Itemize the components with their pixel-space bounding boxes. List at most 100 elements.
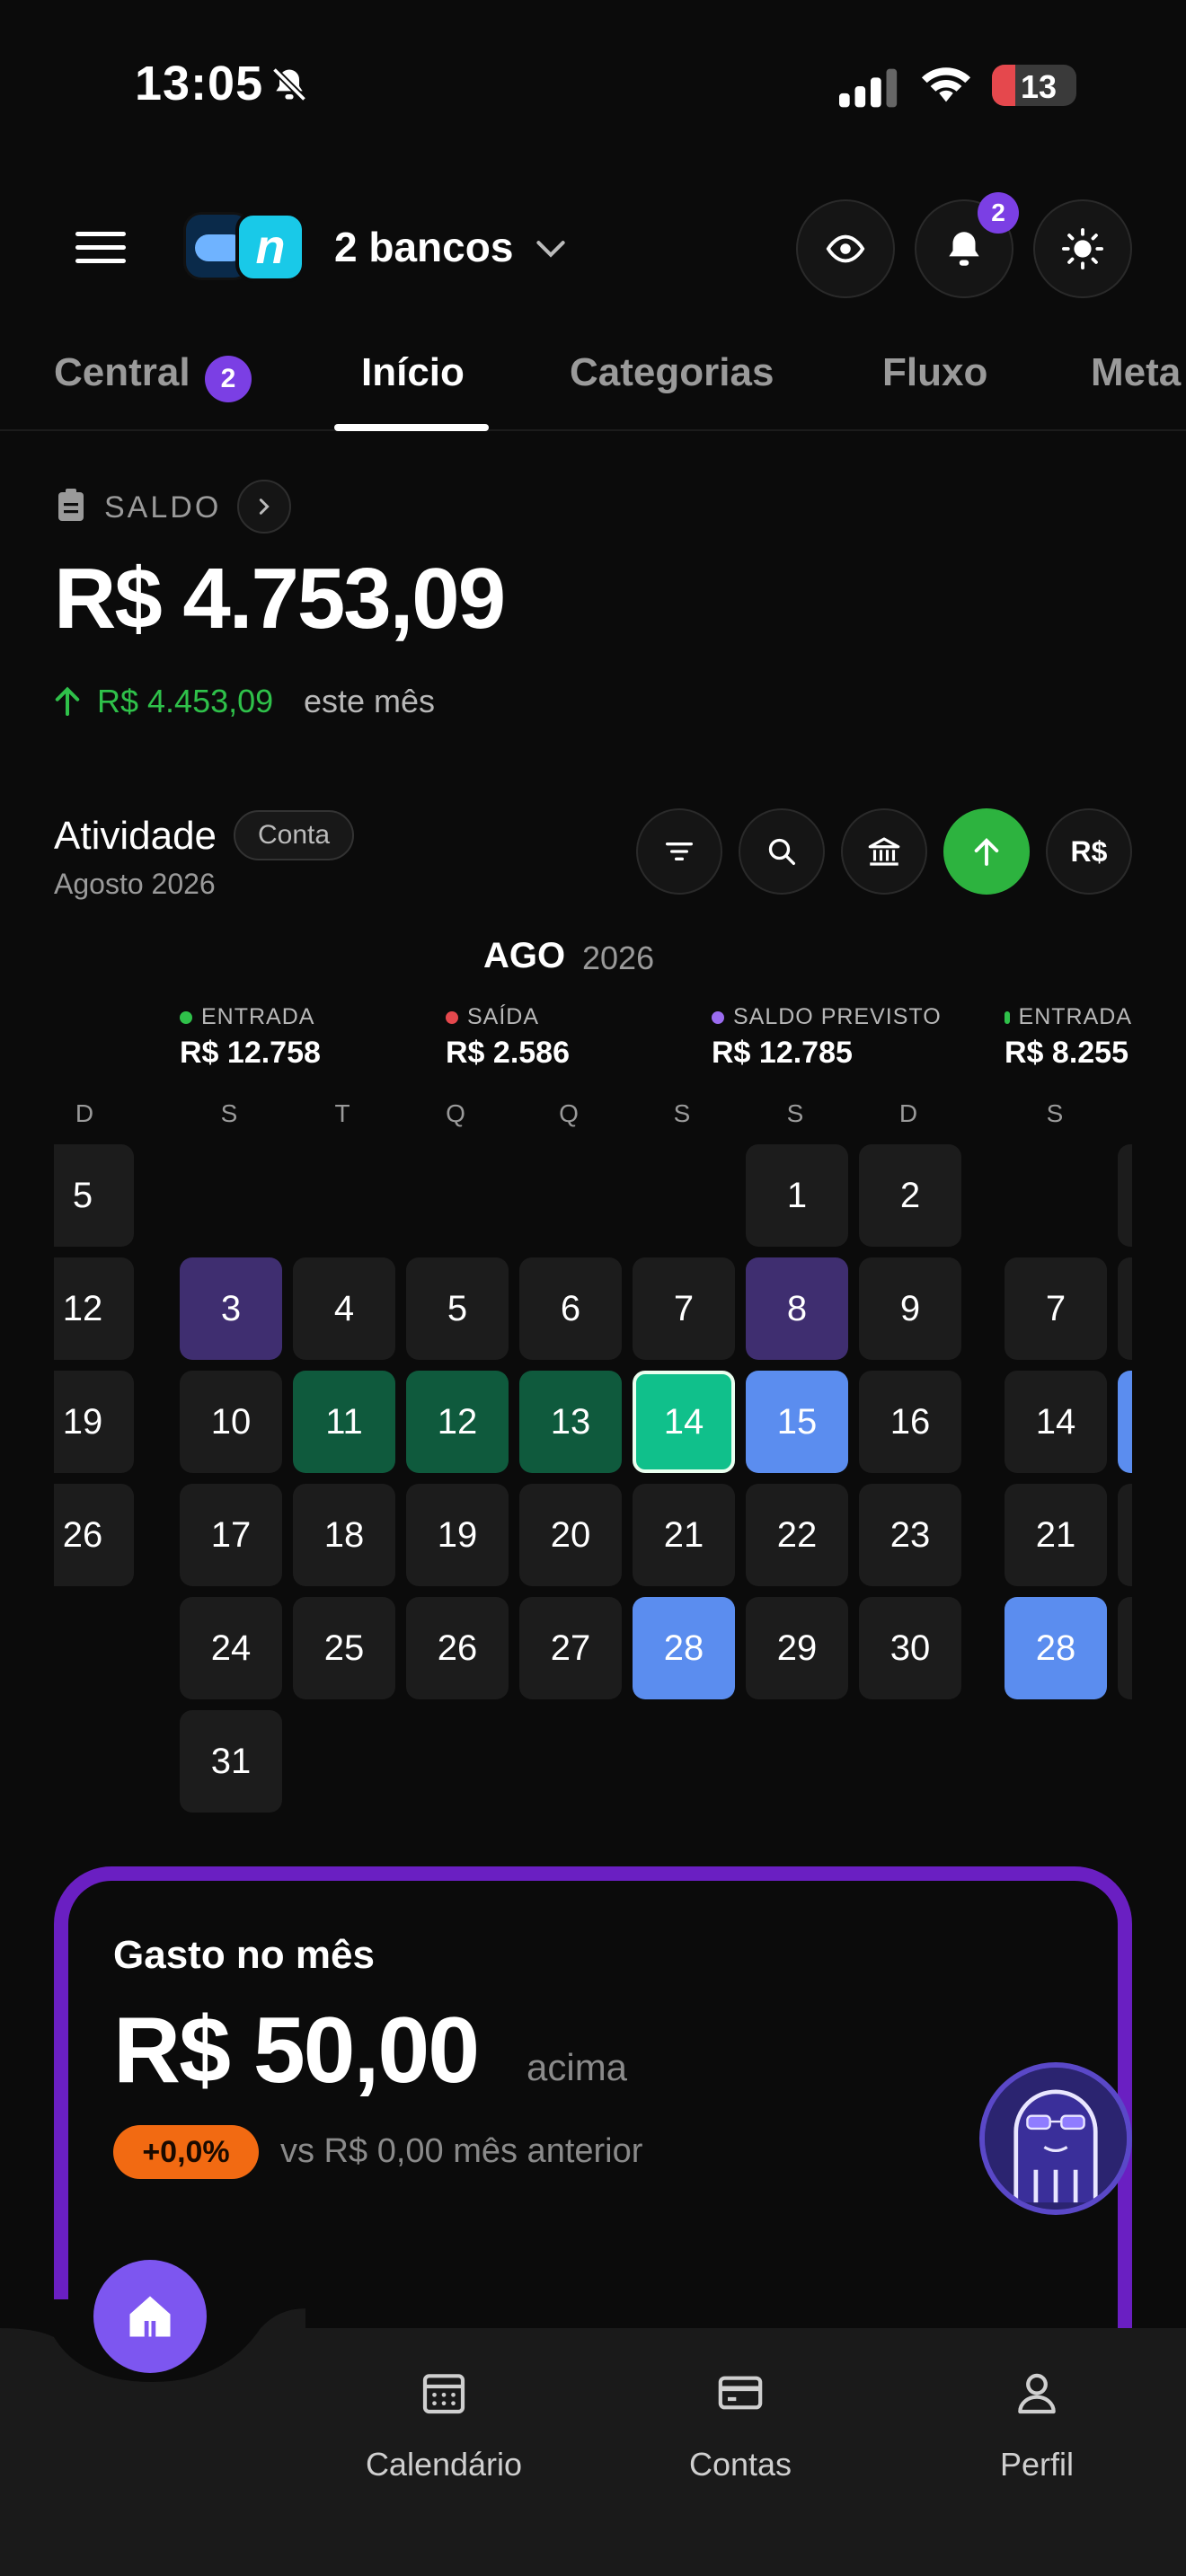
calendar-day-26[interactable]: 26 <box>406 1597 509 1699</box>
calendar-icon <box>422 2374 465 2414</box>
next-month-day[interactable]: 14 <box>1005 1371 1107 1473</box>
arrow-up-icon <box>974 838 999 866</box>
stat-income: ENTRADA R$ 12.758 <box>180 1004 321 1070</box>
tab-inicio[interactable]: Início <box>361 350 465 395</box>
spending-value: R$ 50,00 <box>113 1998 480 2103</box>
theme-toggle-button[interactable] <box>1033 199 1132 298</box>
calendar-day-21[interactable]: 21 <box>633 1484 735 1586</box>
prev-month-day[interactable]: 12 <box>54 1257 134 1360</box>
activity-period: Agosto 2026 <box>54 868 216 900</box>
balance-value: R$ 4.753,09 <box>54 551 506 647</box>
calendar-day-28[interactable]: 28 <box>633 1597 735 1699</box>
signal-icon <box>839 68 898 108</box>
stat-expense: SAÍDA R$ 2.586 <box>446 1004 570 1070</box>
home-icon <box>129 2296 171 2337</box>
sun-icon <box>1062 228 1103 269</box>
bank-logos[interactable]: n <box>183 212 305 282</box>
prev-month-day[interactable]: 19 <box>54 1371 134 1473</box>
tab-categorias[interactable]: Categorias <box>570 350 774 395</box>
status-time: 13:05 <box>135 57 264 110</box>
tab-fluxo[interactable]: Fluxo <box>882 350 987 395</box>
toggle-visibility-button[interactable] <box>796 199 895 298</box>
calendar-day-23[interactable]: 23 <box>859 1484 961 1586</box>
currency-button[interactable]: R$ <box>1046 808 1132 895</box>
balance-delta: R$ 4.453,09 <box>97 683 274 719</box>
calendar-day-12[interactable]: 12 <box>406 1371 509 1473</box>
next-month-edge-cell[interactable] <box>1118 1144 1132 1247</box>
user-icon <box>1018 2373 1056 2414</box>
calendar-day-15[interactable]: 15 <box>746 1371 848 1473</box>
next-month-edge-cell[interactable] <box>1118 1484 1132 1586</box>
calendar-day-11[interactable]: 11 <box>293 1371 395 1473</box>
income-toggle-button[interactable] <box>943 808 1030 895</box>
next-month-day[interactable]: 28 <box>1005 1597 1107 1699</box>
spending-suffix: acima <box>527 2046 628 2088</box>
assistant-avatar[interactable] <box>979 2062 1132 2215</box>
filter-button[interactable] <box>636 808 722 895</box>
calendar-day-1[interactable]: 1 <box>746 1144 848 1247</box>
menu-icon[interactable] <box>75 232 126 268</box>
calendar-day-17[interactable]: 17 <box>180 1484 282 1586</box>
nav-profile[interactable]: Perfil <box>938 2368 1136 2483</box>
spending-title: Gasto no mês <box>113 1933 375 1977</box>
calendar-day-24[interactable]: 24 <box>180 1597 282 1699</box>
tab-central[interactable]: Central <box>54 350 190 395</box>
forecast-dot <box>712 1010 724 1024</box>
income-dot <box>180 1010 192 1024</box>
bank-button[interactable] <box>841 808 927 895</box>
balance-label: SALDO <box>104 490 222 525</box>
tab-central-badge: 2 <box>205 356 252 402</box>
account-filter-chip[interactable]: Conta <box>234 810 354 860</box>
calendar-day-9[interactable]: 9 <box>859 1257 961 1360</box>
calendar-day-5[interactable]: 5 <box>406 1257 509 1360</box>
income-dot <box>1005 1010 1010 1024</box>
home-button[interactable] <box>93 2260 207 2373</box>
calendar-day-13[interactable]: 13 <box>519 1371 622 1473</box>
expense-dot <box>446 1010 458 1024</box>
stat-forecast: SALDO PREVISTO R$ 12.785 <box>712 1004 942 1070</box>
calendar-day-4[interactable]: 4 <box>293 1257 395 1360</box>
calendar-day-8[interactable]: 8 <box>746 1257 848 1360</box>
calendar-day-19[interactable]: 19 <box>406 1484 509 1586</box>
calendar-day-3[interactable]: 3 <box>180 1257 282 1360</box>
calendar-day-22[interactable]: 22 <box>746 1484 848 1586</box>
calendar-day-30[interactable]: 30 <box>859 1597 961 1699</box>
calendar-day-16[interactable]: 16 <box>859 1371 961 1473</box>
calendar-grid: 5 12 19 26 1 2 3 4 5 6 7 8 9 10 11 12 13 14 15 16 17 18 19 20 21… <box>54 1105 1132 1823</box>
bell-muted-icon <box>271 66 307 102</box>
tab-meta[interactable]: Meta <box>1091 350 1181 395</box>
calendar-day-14[interactable]: 14 <box>633 1371 735 1473</box>
bank-logo-n: n <box>235 212 305 282</box>
chevron-down-icon[interactable] <box>535 237 566 260</box>
calendar-day-18[interactable]: 18 <box>293 1484 395 1586</box>
calendar-day-20[interactable]: 20 <box>519 1484 622 1586</box>
calendar-day-27[interactable]: 27 <box>519 1597 622 1699</box>
prev-month-day[interactable]: 26 <box>54 1484 134 1586</box>
next-month-edge-cell[interactable] <box>1118 1597 1132 1699</box>
tab-bar: Central 2 Início Categorias Fluxo Meta <box>0 341 1186 431</box>
card-icon <box>718 2376 763 2410</box>
chevron-right-icon <box>259 498 270 515</box>
calendar-day-31[interactable]: 31 <box>180 1710 282 1813</box>
balance-details-button[interactable] <box>237 480 291 534</box>
next-month-day[interactable]: 21 <box>1005 1484 1107 1586</box>
next-month-edge-cell[interactable] <box>1118 1257 1132 1360</box>
stat-income-next: ENTRADA R$ 8.255 <box>1005 1004 1132 1070</box>
balance-delta-suffix: este mês <box>304 683 436 719</box>
bank-selector[interactable]: 2 bancos <box>334 223 513 271</box>
nav-accounts[interactable]: Contas <box>642 2368 839 2483</box>
bank-icon <box>868 837 900 866</box>
calendar-day-2[interactable]: 2 <box>859 1144 961 1247</box>
next-month-day[interactable]: 7 <box>1005 1257 1107 1360</box>
calendar-day-29[interactable]: 29 <box>746 1597 848 1699</box>
prev-month-day[interactable]: 5 <box>54 1144 134 1247</box>
calendar-day-6[interactable]: 6 <box>519 1257 622 1360</box>
next-month-edge-cell[interactable] <box>1118 1371 1132 1473</box>
notification-badge: 2 <box>978 192 1019 234</box>
battery-indicator: 13 <box>992 65 1076 106</box>
calendar-day-10[interactable]: 10 <box>180 1371 282 1473</box>
nav-calendar[interactable]: Calendário <box>345 2368 543 2483</box>
calendar-day-25[interactable]: 25 <box>293 1597 395 1699</box>
calendar-day-7[interactable]: 7 <box>633 1257 735 1360</box>
search-button[interactable] <box>739 808 825 895</box>
